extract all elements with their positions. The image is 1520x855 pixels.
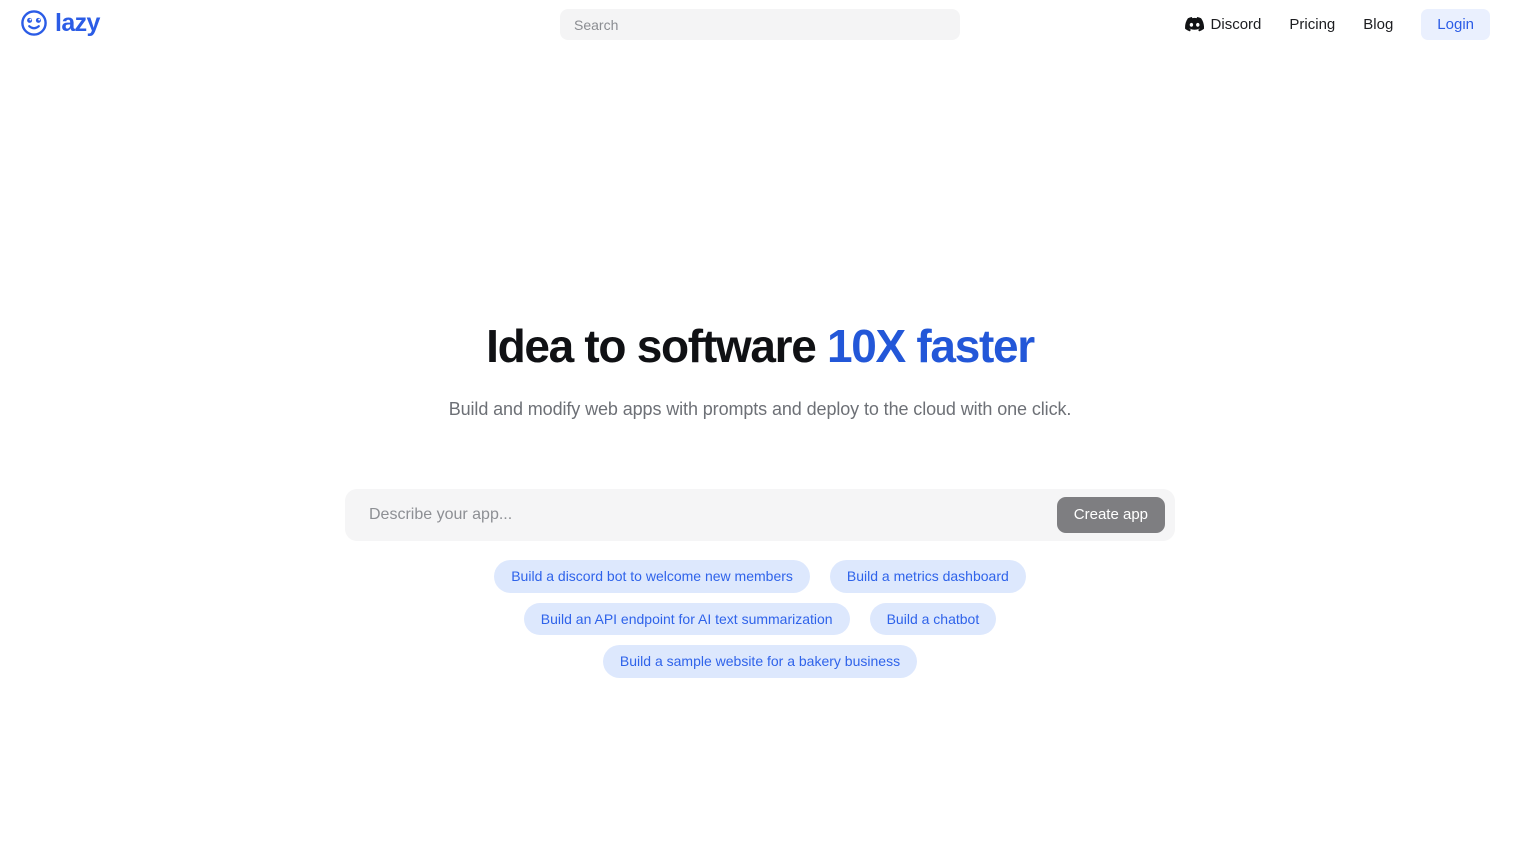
headline-accent-text: 10X faster (826, 320, 1035, 372)
site-header: lazy Discord Pricing Blog Login (0, 0, 1520, 48)
page-subtitle: Build and modify web apps with prompts a… (448, 398, 1072, 419)
suggestion-chip[interactable]: Build a discord bot to welcome new membe… (494, 559, 810, 593)
hero-section: Idea to software 10X faster Build and mo… (0, 48, 1520, 679)
search-field-wrapper (560, 9, 960, 40)
suggestion-chip[interactable]: Build a chatbot (869, 602, 997, 636)
nav-item-label: Blog (1363, 15, 1394, 33)
nav-item-blog[interactable]: Blog (1349, 10, 1407, 39)
search-input[interactable] (560, 9, 960, 40)
brand-name: lazy (55, 8, 100, 37)
create-app-button[interactable]: Create app (1056, 496, 1165, 533)
app-description-input[interactable] (367, 488, 1057, 541)
app-prompt-composer: Create app (345, 488, 1175, 541)
login-button[interactable]: Login (1421, 8, 1490, 40)
nav-item-discord[interactable]: Discord (1171, 9, 1276, 40)
suggestion-chip-list: Build a discord bot to welcome new membe… (360, 559, 1160, 679)
suggestion-chip[interactable]: Build an API endpoint for AI text summar… (523, 602, 850, 636)
smiley-face-icon (20, 9, 48, 37)
headline-plain-text: Idea to software (486, 320, 827, 372)
nav-item-label: Discord (1210, 15, 1262, 33)
nav-item-pricing[interactable]: Pricing (1275, 10, 1349, 39)
primary-navigation: Discord Pricing Blog Login (1171, 0, 1490, 48)
discord-icon (1184, 15, 1204, 34)
suggestion-chip[interactable]: Build a metrics dashboard (829, 559, 1026, 593)
brand-logo[interactable]: lazy (20, 9, 100, 37)
suggestion-chip[interactable]: Build a sample website for a bakery busi… (602, 645, 918, 679)
page-title: Idea to software 10X faster (486, 320, 1035, 373)
nav-item-label: Pricing (1289, 15, 1336, 33)
